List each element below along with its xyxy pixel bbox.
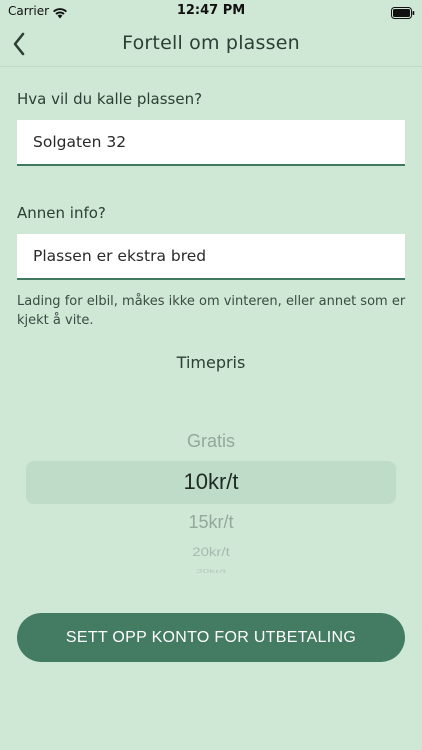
price-section-title: Timepris bbox=[176, 353, 246, 372]
status-time: 12:47 PM bbox=[176, 3, 246, 18]
info-helper-text: Lading for elbil, måkes ikke om vinteren… bbox=[17, 294, 406, 328]
info-field-label: Annen info? bbox=[17, 204, 106, 222]
picker-option[interactable]: 15kr/t bbox=[26, 512, 396, 533]
picker-option[interactable]: Gratis bbox=[26, 431, 396, 452]
page-title: Fortell om plassen bbox=[122, 32, 300, 54]
battery-full-icon bbox=[391, 4, 415, 19]
status-bar: Carrier 12:47 PM bbox=[0, 0, 422, 22]
setup-payout-account-button[interactable]: SETT OPP KONTO FOR UTBETALING bbox=[17, 613, 405, 662]
picker-option[interactable]: 30kr/t bbox=[26, 568, 396, 574]
name-field[interactable] bbox=[17, 120, 405, 166]
picker-option[interactable]: 20kr/t bbox=[26, 546, 396, 560]
info-field[interactable] bbox=[17, 234, 405, 280]
price-picker[interactable]: Gratis 10kr/t 15kr/t 20kr/t 30kr/t bbox=[26, 420, 396, 575]
navigation-bar: Fortell om plassen bbox=[0, 24, 422, 67]
name-field-label: Hva vil du kalle plassen? bbox=[17, 90, 203, 108]
picker-option-selected[interactable]: 10kr/t bbox=[26, 469, 396, 495]
